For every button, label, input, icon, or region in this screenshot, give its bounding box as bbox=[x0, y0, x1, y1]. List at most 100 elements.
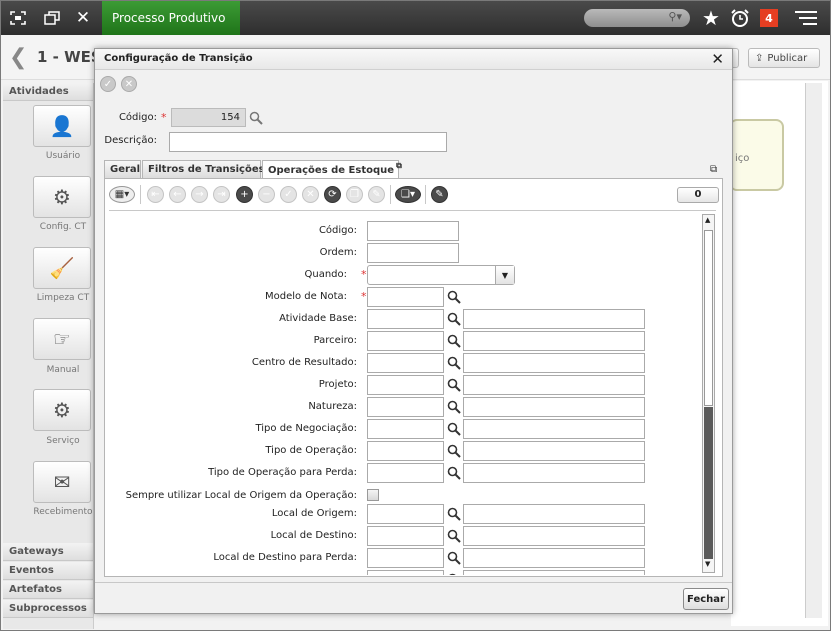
tipo-operacao-perda-code-input[interactable] bbox=[367, 463, 444, 483]
search-icon[interactable] bbox=[447, 444, 461, 458]
cancel-icon[interactable]: ✕ bbox=[121, 76, 137, 92]
extra-code-input[interactable] bbox=[367, 570, 444, 575]
search-icon: ⚲▾ bbox=[668, 10, 682, 23]
tool-config[interactable]: ⚙ bbox=[33, 176, 91, 218]
search-icon[interactable] bbox=[249, 111, 263, 125]
activity-node[interactable]: iço bbox=[729, 119, 784, 191]
tool-cleaning[interactable]: 🧹 bbox=[33, 247, 91, 289]
popout-icon[interactable]: ⧉ bbox=[396, 161, 402, 171]
projeto-description-input[interactable] bbox=[463, 375, 645, 395]
publish-button[interactable]: ⇪ Publicar bbox=[748, 48, 820, 68]
tool-user-label: Usuário bbox=[45, 151, 81, 161]
tab-filtros[interactable]: Filtros de Transições bbox=[142, 160, 265, 178]
section-activities[interactable]: Atividades bbox=[3, 83, 93, 101]
local-destino-perda-description-input[interactable] bbox=[463, 548, 645, 568]
local-destino-perda-code-input[interactable] bbox=[367, 548, 444, 568]
local-destino-description-input[interactable] bbox=[463, 526, 645, 546]
local-origem-description-input[interactable] bbox=[463, 504, 645, 524]
tipo-negociacao-description-input[interactable] bbox=[463, 419, 645, 439]
atividade-base-code-input[interactable] bbox=[367, 309, 444, 329]
scroll-down-icon[interactable]: ▼ bbox=[705, 560, 710, 568]
search-icon[interactable] bbox=[447, 529, 461, 543]
search-icon[interactable] bbox=[447, 573, 461, 575]
close-icon[interactable]: ✕ bbox=[711, 50, 724, 68]
hand-icon: ☞ bbox=[53, 327, 71, 351]
tab-operacoes-estoque[interactable]: Operações de Estoque ⧉ bbox=[262, 160, 402, 179]
close-window-icon[interactable]: ✕ bbox=[72, 7, 94, 29]
codigo-field[interactable]: 154 bbox=[171, 108, 246, 127]
projeto-code-input[interactable] bbox=[367, 375, 444, 395]
descricao-field[interactable] bbox=[169, 132, 447, 152]
notification-badge[interactable]: 4 bbox=[760, 9, 778, 27]
scroll-track bbox=[704, 407, 713, 559]
descricao-label: Descrição: bbox=[104, 135, 157, 146]
star-icon[interactable]: ★ bbox=[700, 6, 722, 30]
tab-operacoes-label: Operações de Estoque bbox=[268, 164, 395, 176]
tool-cleaning-label: Limpeza CT bbox=[36, 293, 90, 303]
search-icon[interactable] bbox=[447, 507, 461, 521]
search-icon[interactable] bbox=[447, 312, 461, 326]
fullscreen-icon[interactable] bbox=[7, 7, 29, 29]
tool-manual[interactable]: ☞ bbox=[33, 318, 91, 360]
close-button[interactable]: Fechar bbox=[683, 588, 729, 610]
app-window: ✕ Processo Produtivo ⚲▾ ★ 4 ❮ 1 - WES ▾ … bbox=[0, 0, 831, 631]
natureza-description-input[interactable] bbox=[463, 397, 645, 417]
tipo-operacao-code-input[interactable] bbox=[367, 441, 444, 461]
search-icon[interactable] bbox=[447, 356, 461, 370]
sempre-local-origem-checkbox[interactable] bbox=[367, 489, 379, 501]
page-title: 1 - WES bbox=[37, 48, 102, 66]
tool-config-label: Config. CT bbox=[39, 222, 87, 232]
scroll-thumb[interactable] bbox=[704, 230, 713, 406]
detach-icon[interactable]: ⧉ bbox=[710, 164, 717, 175]
dialog-title: Configuração de Transição bbox=[104, 53, 253, 64]
search-icon[interactable] bbox=[447, 466, 461, 480]
tipo-negociacao-code-input[interactable] bbox=[367, 419, 444, 439]
section-artifacts[interactable]: Artefatos bbox=[3, 581, 93, 599]
parceiro-description-input[interactable] bbox=[463, 331, 645, 351]
alarm-clock-icon[interactable] bbox=[729, 7, 751, 29]
section-subprocesses[interactable]: Subprocessos bbox=[3, 600, 93, 618]
section-gateways[interactable]: Gateways bbox=[3, 543, 93, 561]
tipo-operacao-description-input[interactable] bbox=[463, 441, 645, 461]
canvas-scrollbar[interactable] bbox=[805, 83, 822, 618]
tool-receive[interactable]: ✉ bbox=[33, 461, 91, 503]
local-origem-code-input[interactable] bbox=[367, 504, 444, 524]
search-icon[interactable] bbox=[447, 334, 461, 348]
search-input[interactable]: ⚲▾ bbox=[584, 9, 690, 27]
centro-resultado-code-input[interactable] bbox=[367, 353, 444, 373]
gear-icon: ⚙ bbox=[53, 185, 71, 209]
local-destino-code-input[interactable] bbox=[367, 526, 444, 546]
search-icon[interactable] bbox=[447, 378, 461, 392]
back-chevron-icon[interactable]: ❮ bbox=[9, 45, 27, 70]
tool-manual-label: Manual bbox=[46, 365, 80, 375]
tool-receive-label: Recebimento bbox=[33, 507, 93, 517]
dialog-footer-divider bbox=[95, 582, 732, 583]
tipo-operacao-perda-description-input[interactable] bbox=[463, 463, 645, 483]
extra-description-input[interactable] bbox=[463, 570, 645, 575]
tab-geral[interactable]: Geral bbox=[104, 160, 141, 178]
scroll-up-icon[interactable]: ▲ bbox=[705, 216, 710, 224]
tool-service[interactable]: ⚙ bbox=[33, 389, 91, 431]
restore-window-icon[interactable] bbox=[41, 7, 63, 29]
confirm-icon[interactable]: ✓ bbox=[100, 76, 116, 92]
top-bar: ✕ Processo Produtivo ⚲▾ ★ 4 bbox=[1, 1, 830, 35]
natureza-code-input[interactable] bbox=[367, 397, 444, 417]
search-icon[interactable] bbox=[447, 400, 461, 414]
search-icon[interactable] bbox=[447, 290, 461, 304]
publish-icon: ⇪ bbox=[755, 52, 764, 64]
envelope-icon: ✉ bbox=[53, 470, 71, 494]
tool-service-label: Serviço bbox=[46, 436, 80, 446]
centro-resultado-description-input[interactable] bbox=[463, 353, 645, 373]
tool-user[interactable]: 👤 bbox=[33, 105, 91, 147]
search-icon[interactable] bbox=[447, 422, 461, 436]
app-tab[interactable]: Processo Produtivo bbox=[102, 1, 240, 35]
form-scrollbar[interactable]: ▲ ▼ bbox=[702, 214, 715, 573]
modelo-nota-code-input[interactable] bbox=[367, 287, 444, 307]
menu-icon[interactable] bbox=[793, 7, 819, 29]
parceiro-code-input[interactable] bbox=[367, 331, 444, 351]
section-events[interactable]: Eventos bbox=[3, 562, 93, 580]
atividade-base-description-input[interactable] bbox=[463, 309, 645, 329]
publish-label: Publicar bbox=[767, 52, 808, 64]
search-icon[interactable] bbox=[447, 551, 461, 565]
palette-sidebar: Atividades 👤 Usuário ⚙ Config. CT 🧹 Limp… bbox=[3, 83, 94, 629]
